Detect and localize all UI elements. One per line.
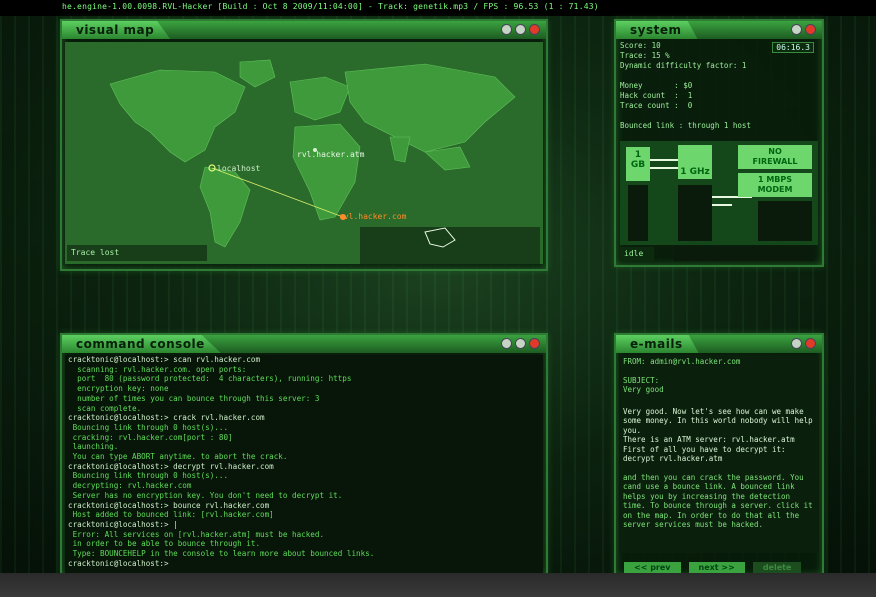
prev-email-button[interactable]: << prev <box>624 562 681 573</box>
stat-line: Dynamic difficulty factor: 1 <box>620 61 747 70</box>
console-line: cracktonic@localhost:> crack rvl.hacker.… <box>68 413 265 423</box>
trace-status: Trace lost <box>67 245 207 261</box>
close-button[interactable] <box>529 24 540 35</box>
visual-map-title: visual map <box>62 21 171 39</box>
minimize-button[interactable] <box>791 338 802 349</box>
next-email-button[interactable]: next >> <box>688 562 745 573</box>
hardware-diagram: 1 GB 1 GHz NO FIREWALL 1 MBPS MODEM <box>620 141 818 245</box>
email-subject-label: SUBJECT: <box>623 375 660 385</box>
atm-label[interactable]: rvl.hacker.atm <box>297 150 364 159</box>
command-console-panel: command console cracktonic@localhost:> s… <box>60 333 548 577</box>
minimize-button[interactable] <box>501 24 512 35</box>
bottom-strip <box>0 573 876 597</box>
process-bar <box>674 247 814 261</box>
console-line: number of times you can bounce through t… <box>68 393 320 403</box>
console-line: cracktonic@localhost:> decrypt rvl.hacke… <box>68 461 274 471</box>
ram-chip: 1 GB <box>626 147 650 181</box>
firewall-chip: NO FIREWALL <box>738 145 812 169</box>
console-line: Type: BOUNCEHELP in the console to learn… <box>68 549 375 559</box>
console-line: Bouncing link through 0 host(s)... <box>68 471 229 481</box>
close-button[interactable] <box>805 338 816 349</box>
window-buttons <box>791 338 816 349</box>
minimize-button[interactable] <box>501 338 512 349</box>
engine-status-text: he.engine-1.00.0098.RVL-Hacker [Build : … <box>62 2 599 11</box>
minimize-button[interactable] <box>791 24 802 35</box>
localhost-label[interactable]: localhost <box>217 164 260 173</box>
maximize-button[interactable] <box>515 24 526 35</box>
email-paragraph: Very good. Now let's see how can we make… <box>623 406 813 435</box>
console-line: scanning: rvl.hacker.com. open ports: <box>68 364 247 374</box>
cpu-slot <box>678 185 712 241</box>
email-paragraph: and then you can crack the password. You… <box>623 472 813 530</box>
console-line: launching. <box>68 442 119 452</box>
system-panel: system Score: 10 Trace: 15 % Dynamic dif… <box>614 19 824 267</box>
com-label[interactable]: rvl.hacker.com <box>339 212 406 221</box>
console-line: cracktonic@localhost:> scan rvl.hacker.c… <box>68 355 261 364</box>
console-line: You can type ABORT anytime. to abort the… <box>68 452 288 462</box>
close-button[interactable] <box>805 24 816 35</box>
modem-chip: 1 MBPS MODEM <box>738 173 812 197</box>
email-paragraph: There is an ATM server: rvl.hacker.atm F… <box>623 435 795 454</box>
world-map[interactable]: localhost rvl.hacker.atm rvl.hacker.com … <box>65 42 543 264</box>
console-line: Bouncing link through 0 host(s)... <box>68 422 229 432</box>
stat-line: Bounced link : through 1 host <box>620 121 751 130</box>
console-line: port 80 (password protected: 4 character… <box>68 374 352 384</box>
cpu-chip: 1 GHz <box>678 145 712 179</box>
email-nav: << prev next >> delete <box>624 562 802 573</box>
system-title: system <box>616 21 698 39</box>
stat-line: Trace count : 0 <box>620 101 693 110</box>
console-line: Server has no encryption key. You don't … <box>68 490 343 500</box>
console-line: cracktonic@localhost:> | <box>68 519 178 529</box>
console-output[interactable]: cracktonic@localhost:> scan rvl.hacker.c… <box>65 355 543 573</box>
console-line: Error: All services on [rvl.hacker.atm] … <box>68 529 325 539</box>
ram-slot <box>628 185 648 241</box>
engine-status-bar: he.engine-1.00.0098.RVL-Hacker [Build : … <box>0 0 876 16</box>
bus-line <box>712 204 732 206</box>
delete-email-button[interactable]: delete <box>752 562 802 573</box>
maximize-button[interactable] <box>515 338 526 349</box>
visual-map-panel: visual map localhost rvl.hacker.atm rvl.… <box>60 19 548 271</box>
bus-line <box>650 159 678 161</box>
console-line: scan complete. <box>68 403 142 413</box>
email-subject: Very good <box>623 385 664 394</box>
email-from: FROM: admin@rvl.hacker.com <box>623 357 741 366</box>
cpu-status: idle <box>620 247 654 261</box>
stat-line: Money : $0 <box>620 81 693 90</box>
console-line: cracking: rvl.hacker.com[port : 80] <box>68 432 233 442</box>
console-line: decrypting: rvl.hacker.com <box>68 481 192 491</box>
modem-slot <box>758 201 812 241</box>
emails-title: e-mails <box>616 335 699 353</box>
close-button[interactable] <box>529 338 540 349</box>
window-buttons <box>501 24 540 35</box>
console-line: Host added to bounced link: [rvl.hacker.… <box>68 510 274 520</box>
email-command: decrypt rvl.hacker.atm <box>623 454 723 463</box>
email-body: FROM: admin@rvl.hacker.com SUBJECT: Very… <box>619 355 819 553</box>
system-stats: Score: 10 Trace: 15 % Dynamic difficulty… <box>620 41 818 131</box>
console-line: cracktonic@localhost:> <box>68 558 169 568</box>
console-line: in order to be able to bounce through it… <box>68 539 261 549</box>
stat-line: Hack count : 1 <box>620 91 693 100</box>
window-buttons <box>501 338 540 349</box>
command-console-title: command console <box>62 335 221 353</box>
window-buttons <box>791 24 816 35</box>
console-line: encryption key: none <box>68 384 169 394</box>
console-line: cracktonic@localhost:> bounce rvl.hacker… <box>68 500 270 510</box>
bus-line <box>650 167 678 169</box>
game-clock: 06:16.3 <box>772 42 814 53</box>
emails-panel: e-mails FROM: admin@rvl.hacker.com SUBJE… <box>614 333 824 577</box>
